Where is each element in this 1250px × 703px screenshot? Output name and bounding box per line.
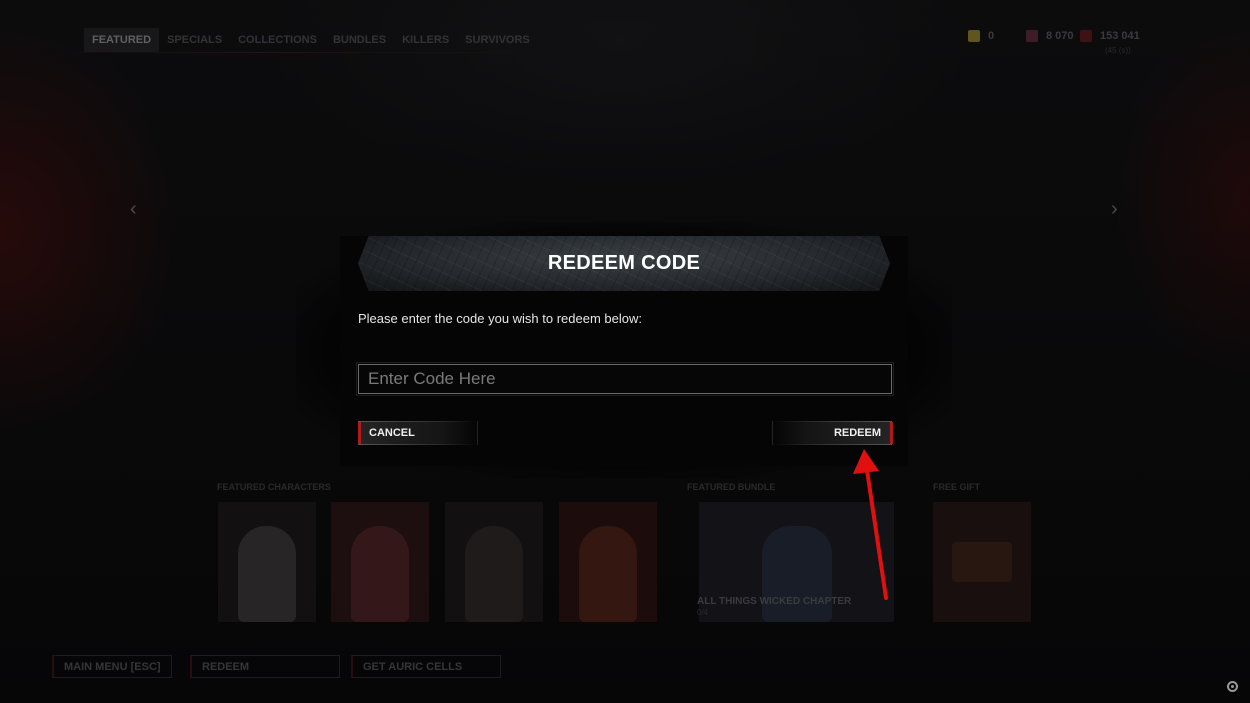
redeem-label: REDEEM: [833, 427, 881, 439]
button-accent: [890, 422, 893, 444]
cancel-button[interactable]: CANCEL: [358, 421, 478, 445]
dialog-title: REDEEM CODE: [547, 252, 701, 274]
redeem-code-dialog: REDEEM CODE Please enter the code you wi…: [340, 236, 908, 466]
dialog-prompt: Please enter the code you wish to redeem…: [358, 311, 643, 326]
dialog-header: REDEEM CODE: [358, 236, 890, 291]
redeem-button[interactable]: REDEEM: [772, 421, 893, 445]
redeem-code-input[interactable]: [356, 362, 894, 396]
button-accent: [358, 422, 361, 444]
cancel-label: CANCEL: [369, 427, 415, 439]
